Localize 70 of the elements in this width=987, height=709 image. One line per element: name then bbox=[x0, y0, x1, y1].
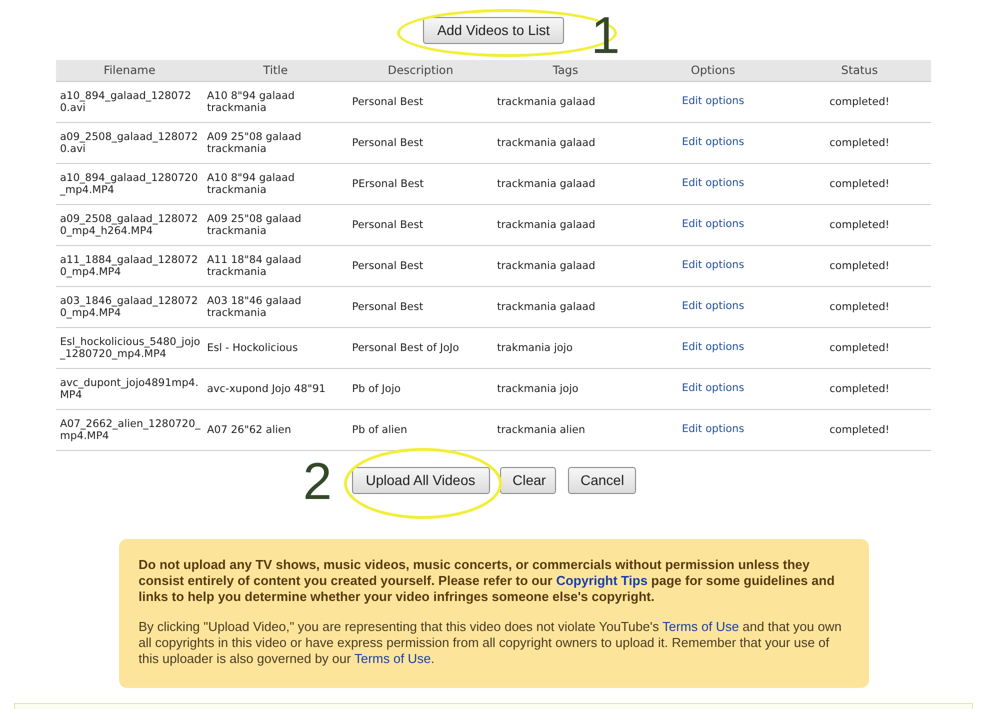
table-cell: A10 8"94 galaad trackmania bbox=[203, 81, 348, 122]
table-cell: trackmania alien bbox=[493, 409, 638, 450]
table-cell: completed! bbox=[788, 409, 931, 450]
table-cell: completed! bbox=[788, 245, 931, 286]
terms-link[interactable]: Terms of Use bbox=[662, 618, 739, 634]
column-header: Description bbox=[348, 60, 493, 81]
table-cell: A03 18"46 galaad trackmania bbox=[203, 286, 348, 327]
column-header: Title bbox=[203, 60, 348, 81]
notice-paragraph: By clicking "Upload Video," you are representing that this video does not violate YouTube's Terms of Use and that you own all copyrights in this video or have express permission from all copyright owners to upload it. Remember that your use of this uploader is also governed by our Terms of Use. bbox=[138, 618, 843, 666]
edit-options-link[interactable]: Edit options bbox=[682, 258, 744, 271]
table-cell: avc_dupont_jojo4891mp4.MP4 bbox=[56, 368, 203, 409]
table-cell: avc-xupond Jojo 48"91 bbox=[203, 368, 348, 409]
edit-options-link[interactable]: Edit options bbox=[682, 300, 744, 312]
table-cell: completed! bbox=[788, 327, 931, 368]
cancel-button[interactable]: Cancel bbox=[568, 466, 636, 494]
edit-options-link[interactable]: Edit options bbox=[682, 422, 744, 435]
edit-options-link[interactable]: Edit options bbox=[682, 94, 744, 107]
table-cell: trackmania galaad bbox=[493, 286, 638, 327]
table-cell: Personal Best bbox=[348, 286, 493, 327]
table-cell: a11_1884_galaad_1280720_mp4.MP4 bbox=[56, 245, 203, 286]
edit-options-link[interactable]: Edit options bbox=[682, 382, 744, 394]
table-cell: a10_894_galaad_1280720.avi bbox=[56, 81, 203, 122]
table-cell: Pb of Jojo bbox=[348, 368, 493, 409]
table-cell: A07_2662_alien_1280720_mp4.MP4 bbox=[56, 409, 203, 450]
table-cell: trackmania galaad bbox=[493, 163, 638, 204]
table-cell: trackmania galaad bbox=[493, 204, 638, 245]
edit-options-link[interactable]: Edit options bbox=[682, 218, 744, 230]
notice-paragraph: Do not upload any TV shows, music videos, music concerts, or commercials without permission unless they consist entirely of content you created yourself. Please refer to our Copyright Tips page for some guidelines and links to help you determine whether your video infringes someone else's copyright. bbox=[138, 556, 836, 604]
table-cell: trackmania galaad bbox=[493, 122, 638, 163]
upload-all-button[interactable]: Upload All Videos bbox=[352, 466, 490, 494]
edit-options-link[interactable]: Edit options bbox=[682, 136, 744, 148]
terms-link[interactable]: Copyright Tips bbox=[556, 572, 648, 588]
table-cell: Personal Best bbox=[348, 122, 493, 163]
table-cell: completed! bbox=[788, 368, 931, 409]
table-cell: a03_1846_galaad_1280720_mp4.MP4 bbox=[56, 286, 203, 327]
edit-options-link[interactable]: Edit options bbox=[682, 176, 744, 189]
table-cell: completed! bbox=[788, 204, 931, 245]
table-cell: PErsonal Best bbox=[348, 163, 493, 204]
add-videos-button[interactable]: Add Videos to List bbox=[423, 17, 564, 44]
table-cell: Esl - Hockolicious bbox=[203, 327, 348, 368]
column-header: Filename bbox=[56, 60, 203, 81]
column-header: Status bbox=[788, 60, 931, 81]
table-cell: completed! bbox=[788, 122, 931, 163]
table-cell: A11 18"84 galaad trackmania bbox=[203, 245, 348, 286]
table-cell: a09_2508_galaad_1280720_mp4_h264.MP4 bbox=[56, 204, 203, 245]
table-cell: Pb of alien bbox=[348, 409, 493, 450]
table-cell: A09 25"08 galaad trackmania bbox=[203, 122, 348, 163]
table-cell: Personal Best bbox=[348, 204, 493, 245]
clear-button[interactable]: Clear bbox=[500, 466, 556, 494]
annotation-number: 2 bbox=[303, 452, 332, 512]
column-header: Options bbox=[638, 60, 788, 81]
table-cell: a09_2508_galaad_1280720.avi bbox=[56, 122, 203, 163]
table-cell: A10 8"94 galaad trackmania bbox=[203, 163, 348, 204]
table-cell: trakmania jojo bbox=[493, 327, 638, 368]
table-cell: trackmania galaad bbox=[493, 245, 638, 286]
column-header: Tags bbox=[493, 60, 638, 81]
table-cell: completed! bbox=[788, 286, 931, 327]
table-cell: completed! bbox=[788, 163, 931, 204]
table-cell: A07 26"62 alien bbox=[203, 409, 348, 450]
table-cell: a10_894_galaad_1280720_mp4.MP4 bbox=[56, 163, 203, 204]
table-cell: A09 25"08 galaad trackmania bbox=[203, 204, 348, 245]
table-cell: trackmania galaad bbox=[493, 81, 638, 122]
table-cell: Personal Best bbox=[348, 81, 493, 122]
table-cell: completed! bbox=[788, 81, 931, 122]
table-cell: Personal Best bbox=[348, 245, 493, 286]
table-cell: Personal Best of JoJo bbox=[348, 327, 493, 368]
edit-options-link[interactable]: Edit options bbox=[682, 340, 744, 353]
table-cell: Esl_hockolicious_5480_jojo_1280720_mp4.MP4 bbox=[56, 327, 203, 368]
terms-link[interactable]: Terms of Use bbox=[354, 650, 431, 666]
table-cell: trackmania jojo bbox=[493, 368, 638, 409]
